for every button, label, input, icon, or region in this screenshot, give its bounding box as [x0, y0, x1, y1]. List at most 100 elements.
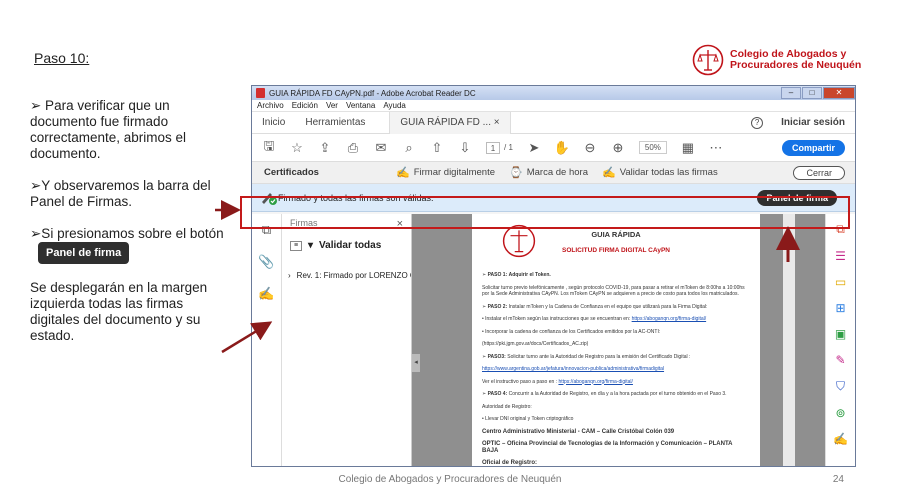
edit-pdf-icon[interactable]: ☰	[835, 249, 846, 263]
doc-step-4-b: Autoridad de Registro:	[482, 403, 532, 410]
upload-icon[interactable]: ⇪	[318, 140, 332, 155]
page-down-icon[interactable]: ⇩	[458, 140, 472, 155]
bullet-press-text: ➢Si presionamos sobre el botón	[30, 226, 224, 241]
sign-pen-icon: ✍	[396, 167, 410, 179]
more-tools-icon[interactable]: ✍	[833, 432, 848, 446]
attachments-icon[interactable]: 📎	[258, 254, 274, 270]
timestamp-button[interactable]: ⌚ Marca de hora	[509, 166, 588, 179]
doc-step-4-c-text: Llevar DNI original y Token criptográfic…	[485, 416, 574, 422]
document-seal-icon	[502, 224, 536, 258]
vertical-scrollbar[interactable]	[783, 214, 795, 466]
panel-de-firma-badge: Panel de firma	[38, 242, 130, 264]
select-cursor-icon[interactable]: ➤	[527, 140, 541, 155]
bookmark-star-icon[interactable]: ☆	[290, 140, 304, 155]
maximize-button[interactable]: □	[802, 87, 822, 99]
sign-digitally-label: Firmar digitalmente	[413, 167, 496, 178]
doc-step-2-title: Instalar mToken y la Cadena de Confianza…	[508, 303, 708, 310]
tab-home[interactable]: Inicio	[252, 117, 295, 128]
doc-step-2-a-link[interactable]: https://aboganqn.org/firma-digital/	[632, 316, 707, 322]
window-title: GUIA RÁPIDA FD CAyPN.pdf - Adobe Acrobat…	[269, 88, 476, 98]
bullet-signatures-listed: Se desplegarán en la margen izquierda to…	[30, 280, 208, 343]
email-icon[interactable]: ✉	[374, 140, 388, 155]
print-icon[interactable]: ⎙	[346, 140, 360, 155]
validate-all-signatures-button[interactable]: ✍ Validar todas las firmas	[602, 166, 718, 179]
doc-step-4: ➢ PASO 4: Concurrir a la Autoridad de Re…	[482, 391, 727, 397]
validate-all-label: Validar todas las firmas	[619, 167, 718, 178]
validate-icon: ✍	[601, 167, 616, 179]
minimize-button[interactable]: –	[781, 87, 801, 99]
menu-ver[interactable]: Ver	[326, 101, 338, 110]
list-options-icon[interactable]: ≡	[290, 240, 302, 251]
doc-step-3-link[interactable]: https://www.argentina.gob.ar/jefatura/in…	[482, 366, 750, 373]
zoom-select[interactable]: 50%	[638, 141, 667, 154]
page-up-icon[interactable]: ⇧	[430, 140, 444, 155]
zoom-in-icon[interactable]: ⊕	[611, 140, 625, 155]
pdf-page: GUIA RÁPIDA SOLICITUD FIRMA DIGITAL CAyP…	[472, 214, 760, 466]
save-icon[interactable]: 🖫	[262, 138, 276, 155]
college-seal-icon	[692, 44, 724, 76]
page-current-input[interactable]: 1	[486, 141, 500, 154]
fill-sign-icon[interactable]: ✎	[835, 353, 845, 367]
page-view-icon[interactable]: ▦	[681, 140, 695, 155]
step-title: Paso 10:	[34, 50, 90, 66]
tab-close-icon[interactable]: ×	[494, 117, 500, 128]
pdf-app-icon	[256, 88, 265, 98]
certificates-label: Certificados	[264, 167, 319, 178]
menu-ventana[interactable]: Ventana	[346, 101, 375, 110]
tab-tools[interactable]: Herramientas	[295, 117, 375, 128]
revision-label: Rev. 1: Firmado por LORENZO O	[296, 270, 411, 280]
doc-step-3: ➢ PASO3: Solicitar turno ante la Autorid…	[482, 353, 691, 360]
comment-icon[interactable]: ▭	[835, 275, 846, 289]
collapse-panel-handle[interactable]: ◂	[412, 354, 420, 372]
doc-step-2-b-link[interactable]: (https://pki.jgm.gov.ar/docs/Certificado…	[482, 341, 750, 348]
doc-step-1: ➢ PASO 1: Adquirir el Token.	[482, 272, 551, 278]
signatures-icon[interactable]: ✍	[258, 286, 274, 302]
doc-step-1-body: Solicitar turno previo telefónicamente ,…	[482, 284, 745, 298]
logo-line-2: Procuradores de Neuquén	[730, 59, 862, 71]
page-navigator: 1 / 1	[486, 141, 513, 154]
doc-step-4-title: Concurrir a la Autoridad de Registro, en…	[508, 391, 727, 397]
bullet-press-button: ➢Si presionamos sobre el botón Panel de …	[30, 226, 230, 264]
bullet-open-document: ➢ Para verificar que un documento fue fi…	[30, 98, 187, 161]
more-options-icon[interactable]: ⋯	[709, 140, 723, 155]
protect-icon[interactable]: ⛉	[836, 379, 845, 394]
doc-step-3-label: PASO3:	[487, 353, 506, 360]
chevron-right-icon[interactable]: ›	[288, 271, 291, 280]
validate-all-row[interactable]: ≡ ▾ Validar todas	[282, 234, 411, 257]
zoom-out-icon[interactable]: ⊖	[583, 140, 597, 155]
chevron-down-icon[interactable]: ▾	[308, 240, 313, 251]
close-certificates-button[interactable]: Cerrar	[793, 165, 845, 180]
sign-digitally-button[interactable]: ✍ Firmar digitalmente	[396, 166, 495, 179]
workspace: ⧉ 📎 ✍ Firmas × ≡ ▾ Validar todas › Rev. …	[252, 214, 855, 466]
sign-in-link[interactable]: Iniciar sesión	[781, 117, 845, 128]
timestamp-icon: ⌚	[509, 167, 523, 179]
share-button[interactable]: Compartir	[781, 139, 845, 156]
doc-step-3-b-link[interactable]: https://aboganqn.org/firma-digital/	[558, 379, 633, 385]
menu-ayuda[interactable]: Ayuda	[383, 101, 406, 110]
college-logo: Colegio de Abogados y Procuradores de Ne…	[692, 44, 861, 76]
combine-files-icon[interactable]: ⊞	[835, 301, 845, 315]
menu-archivo[interactable]: Archivo	[257, 101, 284, 110]
tab-document[interactable]: GUIA RÁPIDA FD ... ×	[389, 111, 511, 134]
doc-step-3-title: Solicitar turno ante la Autoridad de Reg…	[507, 353, 691, 360]
window-close-button[interactable]: ✕	[823, 87, 855, 99]
doc-step-2-b-text: Incorporar la cadena de confianza de los…	[485, 328, 661, 335]
doc-step-3-b: Ver el instructivo paso a paso en : http…	[482, 379, 750, 386]
window-titlebar[interactable]: GUIA RÁPIDA FD CAyPN.pdf - Adobe Acrobat…	[252, 86, 855, 100]
certificates-toolbar: Certificados ✍ Firmar digitalmente ⌚ Mar…	[252, 162, 855, 184]
timestamp-label: Marca de hora	[526, 167, 588, 178]
hand-tool-icon[interactable]: ✋	[554, 140, 570, 155]
optimize-pdf-icon[interactable]: ⊚	[835, 406, 845, 420]
organize-pages-icon[interactable]: ▣	[835, 327, 846, 341]
help-icon[interactable]: ?	[751, 116, 764, 129]
doc-center: Centro Administrativo Ministerial - CAM …	[482, 428, 675, 435]
doc-step-3-b-text: Ver el instructivo paso a paso en :	[482, 378, 558, 385]
bullet-signature-bar: ➢Y observaremos la barra del Panel de Fi…	[30, 178, 211, 209]
doc-step-2-b: • Incorporar la cadena de confianza de l…	[482, 328, 661, 335]
menu-edicion[interactable]: Edición	[292, 101, 318, 110]
tab-document-label: GUIA RÁPIDA FD ...	[400, 116, 491, 128]
search-icon[interactable]: ⌕	[402, 140, 416, 155]
document-viewer[interactable]: ◂ GUIA RÁPIDA SOLICITUD FIRMA DIGITAL CA…	[412, 214, 825, 466]
validate-all-button[interactable]: Validar todas	[319, 240, 381, 251]
signature-revision-item[interactable]: › Rev. 1: Firmado por LORENZO O	[282, 257, 411, 293]
